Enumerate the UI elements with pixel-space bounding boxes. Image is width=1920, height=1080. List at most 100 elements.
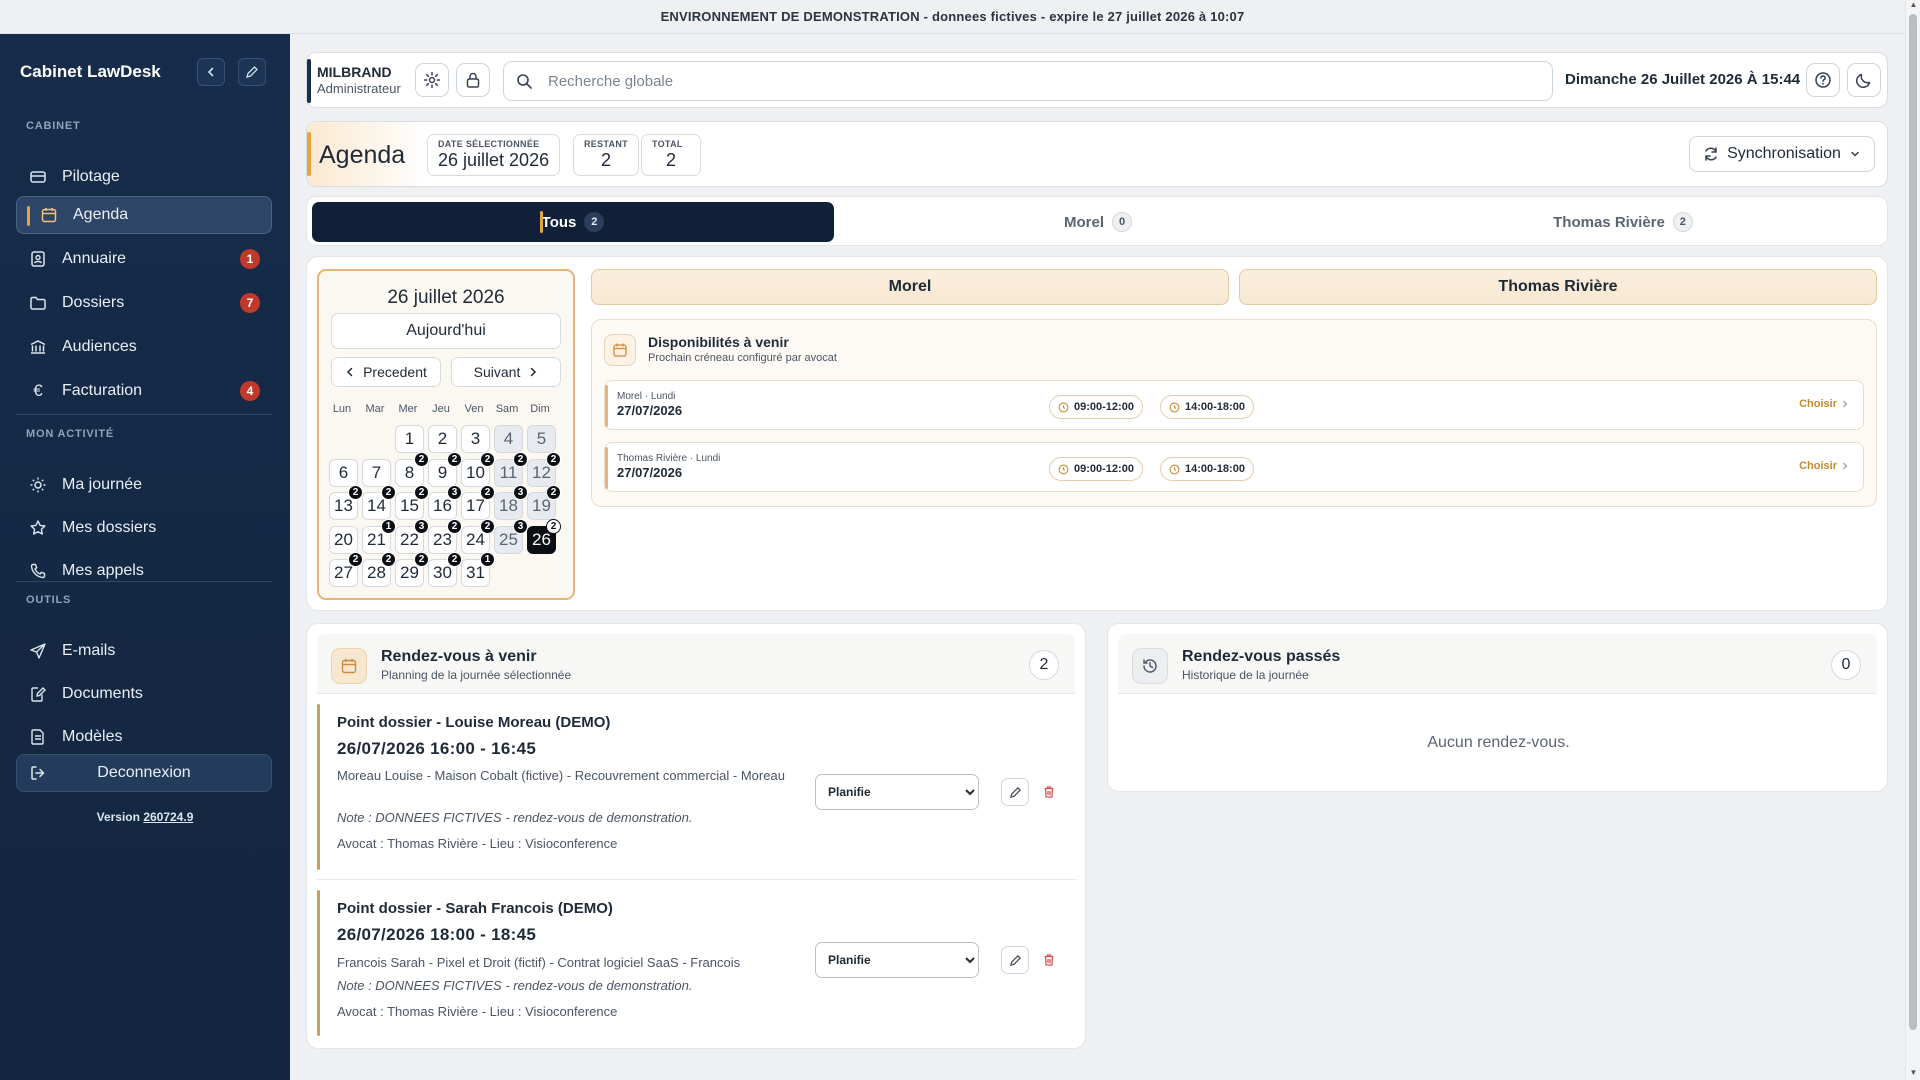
scroll-down-arrow-icon[interactable]: ▼ <box>1909 1068 1918 1077</box>
calendar-day[interactable]: 14 2 <box>362 485 396 520</box>
calendar-day[interactable]: 26 2 <box>527 518 561 554</box>
status-select[interactable]: Planifie <box>815 774 979 810</box>
sidebar-item-mes-dossiers[interactable]: Mes dossiers <box>16 509 272 547</box>
lawyer-column-thomas-riviere[interactable]: Thomas Rivière <box>1239 269 1877 305</box>
calendar-day[interactable]: 7 <box>362 458 391 487</box>
calendar-day[interactable]: 21 1 <box>362 518 396 554</box>
event-count-badge: 1 <box>480 552 495 567</box>
logout-button[interactable]: Deconnexion <box>16 754 272 792</box>
event-count-badge: 2 <box>381 485 396 500</box>
calendar-day[interactable]: 20 <box>329 525 358 554</box>
appointment-details: Moreau Louise - Maison Cobalt (fictive) … <box>337 768 785 783</box>
help-button[interactable] <box>1806 63 1840 97</box>
appointment-note: Note : DONNEES FICTIVES - rendez-vous de… <box>337 978 693 993</box>
calendar-day[interactable]: 28 2 <box>362 552 396 587</box>
version-link[interactable]: 260724.9 <box>143 810 193 824</box>
chevron-left-icon <box>207 67 214 77</box>
calendar-icon <box>331 648 367 684</box>
calendar-day[interactable]: 15 2 <box>395 485 429 520</box>
search-input[interactable] <box>548 66 1538 96</box>
calendar-day[interactable]: 13 2 <box>329 485 363 520</box>
demo-banner: ENVIRONNEMENT DE DEMONSTRATION - donnees… <box>0 0 1905 34</box>
sync-label: Synchronisation <box>1727 145 1841 162</box>
calendar-day[interactable]: 4 <box>494 425 523 453</box>
calendar-day[interactable]: 22 3 <box>395 518 429 554</box>
tab-thomas-riviere[interactable]: Thomas Rivière 2 <box>1362 202 1884 242</box>
collapse-sidebar-button[interactable] <box>197 58 225 86</box>
calendar-day[interactable]: 11 2 <box>494 451 528 487</box>
search-box[interactable] <box>503 61 1553 101</box>
calendar-day[interactable]: 30 2 <box>428 552 462 587</box>
settings-button[interactable] <box>415 63 449 97</box>
calendar-day[interactable]: 10 2 <box>461 451 495 487</box>
calendar-day[interactable]: 3 <box>461 425 490 453</box>
sidebar: Cabinet LawDesk CABINET Pilotage Agenda … <box>0 34 290 1080</box>
previous-month-button[interactable]: Precedent <box>331 357 441 387</box>
lock-button[interactable] <box>456 63 490 97</box>
trash-icon <box>1044 786 1054 798</box>
day-number: 28 <box>367 563 386 582</box>
today-button[interactable]: Aujourd'hui <box>331 313 561 349</box>
edit-appointment-button[interactable] <box>1001 778 1029 806</box>
scrollbar-thumb[interactable] <box>1909 14 1917 1030</box>
calendar-day[interactable]: 82 <box>395 451 429 487</box>
next-month-button[interactable]: Suivant <box>451 357 561 387</box>
delete-appointment-button[interactable] <box>1035 778 1063 806</box>
upcoming-appointments-card: Rendez-vous à venir Planning de la journ… <box>306 623 1086 1049</box>
calendar-day[interactable]: 1 <box>395 425 424 453</box>
dark-mode-button[interactable] <box>1847 63 1881 97</box>
calendar-day[interactable]: 12 2 <box>527 451 561 487</box>
calendar-day[interactable]: 25 3 <box>494 518 528 554</box>
weekday-label: Ven <box>464 403 484 415</box>
sidebar-item-documents[interactable]: Documents <box>16 675 272 713</box>
choose-slot-button[interactable]: Choisir <box>1799 460 1849 472</box>
sidebar-item-annuaire[interactable]: Annuaire 1 <box>16 240 272 278</box>
time-slot[interactable]: 09:00-12:00 <box>1049 457 1143 481</box>
time-slot[interactable]: 09:00-12:00 <box>1049 395 1143 419</box>
calendar-title: 26 juillet 2026 <box>387 287 505 308</box>
calendar-day[interactable]: 6 <box>329 458 358 487</box>
time-slot[interactable]: 14:00-18:00 <box>1160 395 1254 419</box>
calendar-day[interactable]: 19 2 <box>527 485 561 520</box>
calendar-day[interactable]: 31 1 <box>461 552 495 587</box>
tab-tous[interactable]: Tous 2 <box>312 202 834 242</box>
edit-button[interactable] <box>238 58 266 86</box>
calendar-day[interactable]: 2 <box>428 425 457 453</box>
card-title: Rendez-vous à venir <box>381 648 537 665</box>
sidebar-item-dossiers[interactable]: Dossiers 7 <box>16 284 272 322</box>
calendar-day[interactable]: 29 2 <box>395 552 429 587</box>
delete-appointment-button[interactable] <box>1035 946 1063 974</box>
tab-morel[interactable]: Morel 0 <box>837 202 1359 242</box>
scroll-up-arrow-icon[interactable]: ▲ <box>1909 0 1918 9</box>
status-select[interactable]: Planifie <box>815 942 979 978</box>
sidebar-item-ma-journee[interactable]: Ma journée <box>16 466 272 504</box>
calendar-day[interactable]: 17 2 <box>461 485 495 520</box>
calendar-day[interactable]: 16 3 <box>428 485 462 520</box>
edit-appointment-button[interactable] <box>1001 946 1029 974</box>
calendar-day[interactable]: 18 3 <box>494 485 528 520</box>
calendar-day[interactable]: 27 2 <box>329 552 363 587</box>
lawyer-column-morel[interactable]: Morel <box>591 269 1229 305</box>
choose-slot-button[interactable]: Choisir <box>1799 398 1849 410</box>
sidebar-item-facturation[interactable]: € Facturation 4 <box>16 372 272 410</box>
sidebar-item-agenda[interactable]: Agenda <box>16 196 272 234</box>
agenda-header: Agenda DATE SÉLECTIONNÉE 26 juillet 2026… <box>306 121 1888 187</box>
sidebar-item-audiences[interactable]: Audiences <box>16 328 272 366</box>
chevron-right-icon <box>1843 462 1848 470</box>
sync-dropdown[interactable]: Synchronisation <box>1689 136 1875 172</box>
page-scrollbar[interactable]: ▲ ▼ <box>1905 0 1920 1080</box>
calendar-day[interactable]: 5 <box>527 425 556 453</box>
weekday-label: Dim <box>530 403 550 415</box>
event-count-badge: 3 <box>513 485 528 500</box>
lock-icon <box>466 72 480 88</box>
calendar-day[interactable]: 24 2 <box>461 518 495 554</box>
calendar-day[interactable]: 92 <box>428 451 462 487</box>
calendar-day[interactable]: 23 2 <box>428 518 462 554</box>
time-slot[interactable]: 14:00-18:00 <box>1160 457 1254 481</box>
row-accent <box>605 447 608 489</box>
event-count-badge: 2 <box>480 518 495 534</box>
sidebar-item-mes-appels[interactable]: Mes appels <box>16 552 272 590</box>
sidebar-item-emails[interactable]: E-mails <box>16 632 272 670</box>
sidebar-item-pilotage[interactable]: Pilotage <box>16 158 272 196</box>
sidebar-item-modeles[interactable]: Modèles <box>16 718 272 756</box>
